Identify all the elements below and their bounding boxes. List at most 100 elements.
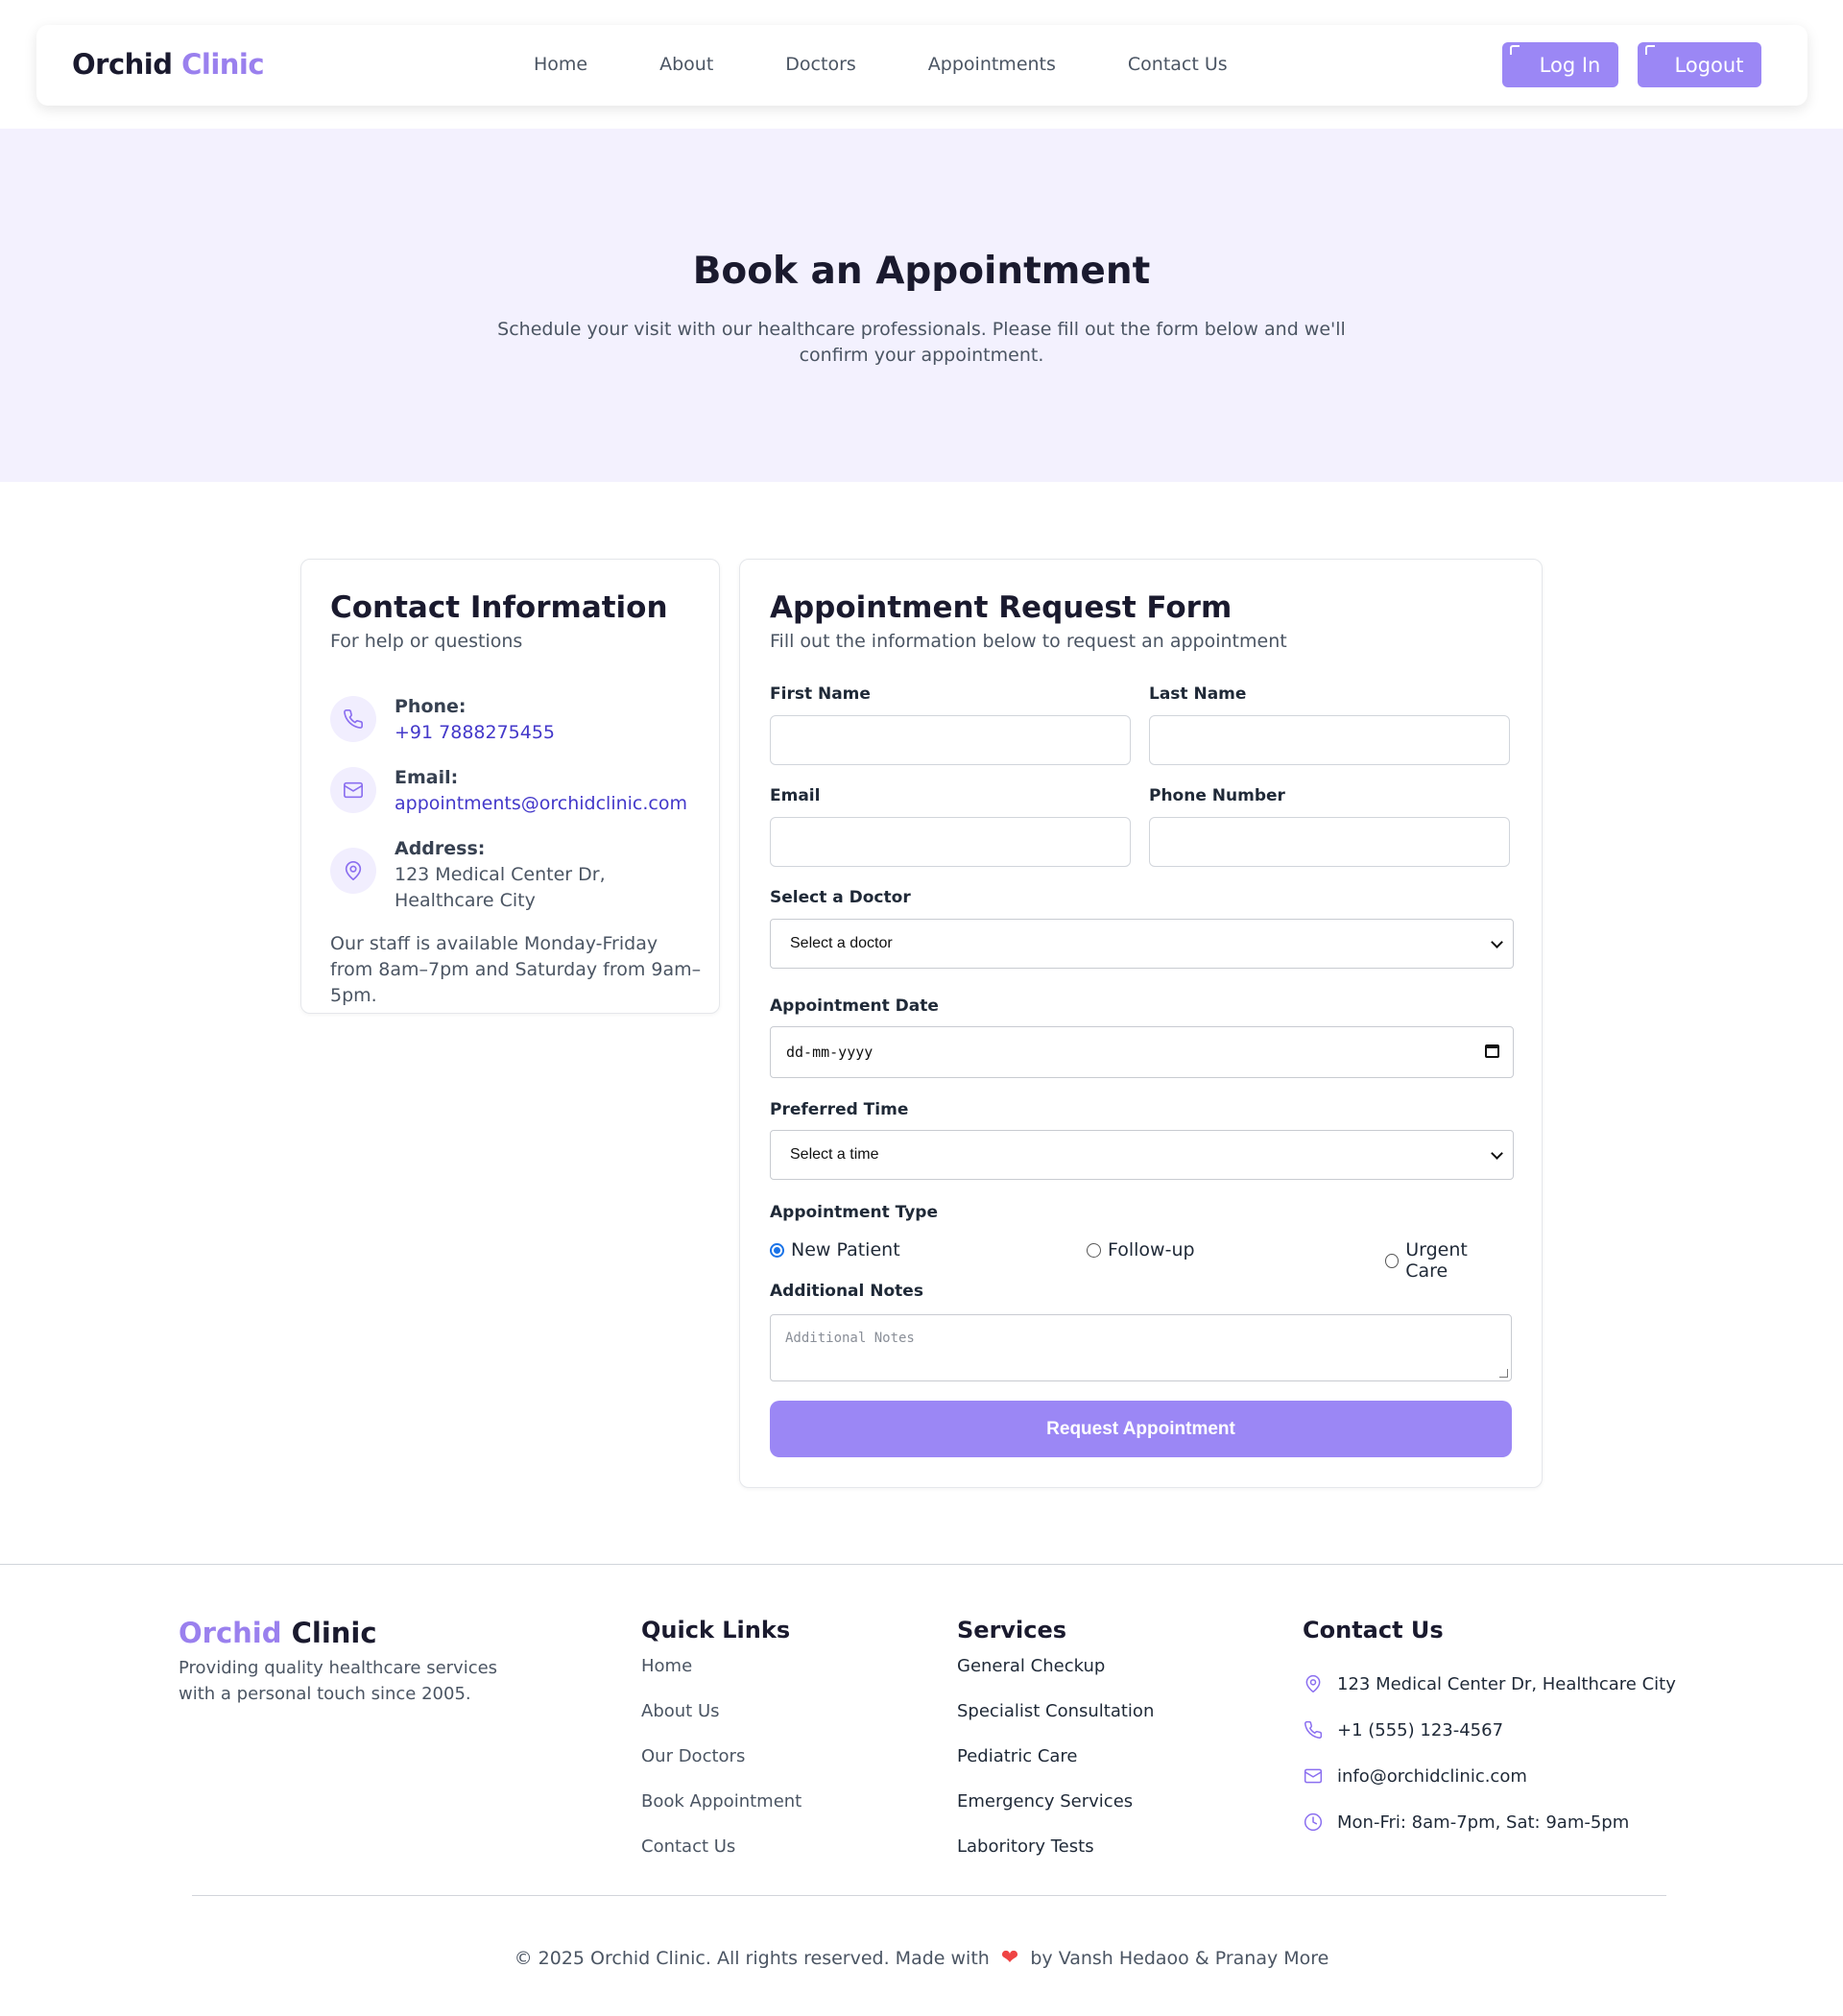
radio-label-urgent-care: Urgent Care: [1405, 1239, 1468, 1282]
footer-service-lab[interactable]: Laboritory Tests: [957, 1836, 1154, 1882]
contact-email-row: Email: appointments@orchidclinic.com: [330, 765, 705, 819]
mail-icon: [330, 767, 376, 813]
phone-link[interactable]: +91 7888275455: [395, 722, 555, 743]
time-select[interactable]: Select a time: [770, 1130, 1514, 1180]
appointment-form-card: Appointment Request Form Fill out the in…: [739, 559, 1543, 1488]
footer-service-checkup[interactable]: General Checkup: [957, 1656, 1154, 1701]
radio-button-checked[interactable]: [770, 1242, 784, 1258]
logout-icon: [1645, 45, 1655, 55]
phone-icon: [330, 696, 376, 742]
navbar: Orchid Clinic Home About Doctors Appoint…: [36, 25, 1807, 106]
footer-link-book[interactable]: Book Appointment: [641, 1791, 802, 1836]
contact-card-subtitle: For help or questions: [330, 631, 523, 652]
appointment-type-group: New Patient Follow-up Urgent Care: [770, 1239, 1509, 1282]
mail-icon: [1303, 1765, 1324, 1787]
time-label: Preferred Time: [770, 1100, 909, 1119]
copyright: © 2025 Orchid Clinic. All rights reserve…: [0, 1946, 1843, 1970]
login-icon: [1510, 45, 1520, 55]
brand-main: Orchid: [72, 48, 173, 81]
phone-icon: [1303, 1719, 1324, 1740]
email-field-label: Email: [770, 786, 821, 805]
footer-contact: Contact Us 123 Medical Center Dr, Health…: [1303, 1617, 1676, 1845]
footer-link-contact[interactable]: Contact Us: [641, 1836, 802, 1882]
footer-contact-title: Contact Us: [1303, 1617, 1444, 1644]
footer-address-row: 123 Medical Center Dr, Healthcare City: [1303, 1661, 1676, 1707]
radio-new-patient[interactable]: New Patient: [770, 1239, 900, 1260]
footer-phone[interactable]: +1 (555) 123-4567: [1337, 1720, 1503, 1740]
first-name-label: First Name: [770, 684, 871, 704]
radio-follow-up[interactable]: Follow-up: [1087, 1239, 1195, 1260]
address-label: Address:: [395, 838, 486, 859]
footer-service-emergency[interactable]: Emergency Services: [957, 1791, 1154, 1836]
footer-email-row: info@orchidclinic.com: [1303, 1753, 1676, 1799]
address-line1: 123 Medical Center Dr,: [395, 864, 606, 885]
email-input[interactable]: [770, 817, 1131, 867]
contact-phone-row: Phone: +91 7888275455: [330, 694, 705, 748]
clock-icon: [1303, 1812, 1324, 1833]
nav-about[interactable]: About: [659, 54, 713, 75]
login-button[interactable]: Log In: [1502, 42, 1618, 87]
hero-subtitle: Schedule your visit with our healthcare …: [497, 319, 1346, 366]
notes-placeholder: Additional Notes: [785, 1331, 915, 1346]
radio-button[interactable]: [1385, 1253, 1400, 1268]
nav-home[interactable]: Home: [534, 54, 587, 75]
login-label: Log In: [1539, 53, 1601, 77]
first-name-input[interactable]: [770, 715, 1131, 765]
logout-button[interactable]: Logout: [1638, 42, 1761, 87]
footer-address: 123 Medical Center Dr, Healthcare City: [1337, 1673, 1676, 1694]
nav-doctors[interactable]: Doctors: [785, 54, 856, 75]
radio-urgent-care[interactable]: Urgent Care: [1385, 1239, 1509, 1282]
footer-divider: [192, 1895, 1666, 1896]
footer-phone-row: +1 (555) 123-4567: [1303, 1707, 1676, 1753]
footer-link-doctors[interactable]: Our Doctors: [641, 1746, 802, 1791]
brand-accent: Clinic: [181, 48, 265, 81]
notes-textarea[interactable]: Additional Notes: [770, 1314, 1512, 1381]
footer-brand-main: Clinic: [291, 1617, 377, 1649]
request-appointment-button[interactable]: Request Appointment: [770, 1401, 1512, 1457]
contact-address-row: Address: 123 Medical Center Dr, Healthca…: [330, 836, 705, 917]
nav-links: Home About Doctors Appointments Contact …: [534, 54, 1300, 75]
radio-label-follow-up: Follow-up: [1108, 1239, 1195, 1260]
quick-links-title: Quick Links: [641, 1617, 791, 1644]
footer: Orchid Clinic Providing quality healthca…: [0, 1564, 1843, 2016]
copyright-left: © 2025 Orchid Clinic. All rights reserve…: [514, 1948, 990, 1969]
contact-info-card: Contact Information For help or question…: [300, 559, 720, 1014]
phone-label: Phone:: [395, 696, 467, 717]
email-link[interactable]: appointments@orchidclinic.com: [395, 793, 687, 814]
date-placeholder: dd-mm-yyyy: [786, 1044, 874, 1061]
footer-hours: Mon-Fri: 8am-7pm, Sat: 9am-5pm: [1337, 1812, 1630, 1833]
staff-availability-note: Our staff is available Monday-Friday fro…: [330, 933, 702, 1006]
form-title: Appointment Request Form: [770, 590, 1233, 625]
form-subtitle: Fill out the information below to reques…: [770, 631, 1287, 652]
heart-icon: ❤: [1000, 1946, 1019, 1970]
footer-service-specialist[interactable]: Specialist Consultation: [957, 1701, 1154, 1746]
brand-logo[interactable]: Orchid Clinic: [72, 48, 265, 81]
nav-appointments[interactable]: Appointments: [928, 54, 1056, 75]
services-title: Services: [957, 1617, 1067, 1644]
footer-brand-accent: Orchid: [179, 1617, 282, 1649]
logout-label: Logout: [1674, 53, 1744, 77]
doctor-select-value: Select a doctor: [790, 935, 893, 951]
footer-hours-row: Mon-Fri: 8am-7pm, Sat: 9am-5pm: [1303, 1799, 1676, 1845]
nav-contact[interactable]: Contact Us: [1128, 54, 1228, 75]
phone-input[interactable]: [1149, 817, 1510, 867]
notes-label: Additional Notes: [770, 1282, 923, 1301]
date-input[interactable]: dd-mm-yyyy: [770, 1026, 1514, 1078]
map-pin-icon: [1303, 1673, 1324, 1694]
footer-link-home[interactable]: Home: [641, 1656, 802, 1701]
footer-services: Services General Checkup Specialist Cons…: [957, 1617, 1154, 1882]
date-label: Appointment Date: [770, 996, 939, 1016]
doctor-select[interactable]: Select a doctor: [770, 919, 1514, 969]
hero-section: Book an Appointment Schedule your visit …: [0, 129, 1843, 482]
radio-button[interactable]: [1087, 1242, 1101, 1258]
address-line2: Healthcare City: [395, 890, 536, 911]
calendar-icon[interactable]: [1485, 1044, 1499, 1058]
footer-link-about[interactable]: About Us: [641, 1701, 802, 1746]
resize-handle-icon[interactable]: [1499, 1369, 1508, 1378]
footer-service-pediatric[interactable]: Pediatric Care: [957, 1746, 1154, 1791]
doctor-label: Select a Doctor: [770, 888, 911, 907]
footer-email[interactable]: info@orchidclinic.com: [1337, 1766, 1527, 1787]
last-name-input[interactable]: [1149, 715, 1510, 765]
footer-tagline: Providing quality healthcare services wi…: [179, 1658, 498, 1704]
footer-brand: Orchid Clinic: [179, 1617, 377, 1649]
